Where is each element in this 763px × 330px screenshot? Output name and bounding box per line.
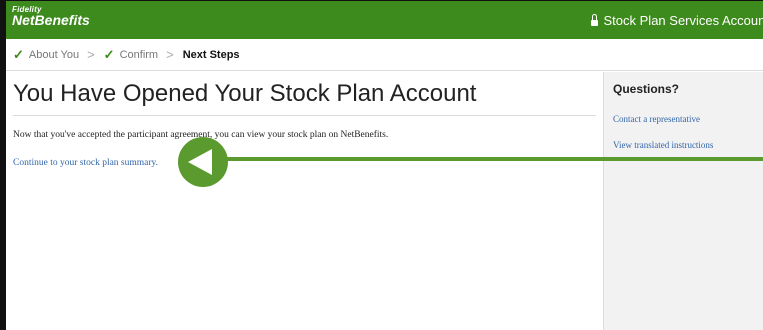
app-window: Fidelity NetBenefits Stock Plan Services… bbox=[0, 0, 763, 330]
translated-instructions-link[interactable]: View translated instructions bbox=[613, 140, 713, 150]
stock-plan-summary-link[interactable]: Continue to your stock plan summary. bbox=[13, 158, 158, 168]
chevron-right-icon: > bbox=[166, 47, 174, 62]
step-label: Next Steps bbox=[182, 48, 240, 61]
contact-representative-link[interactable]: Contact a representative bbox=[613, 114, 700, 124]
page-title: You Have Opened Your Stock Plan Account bbox=[13, 80, 477, 107]
sidebar-title: Questions? bbox=[613, 82, 680, 96]
checkmark-icon: ✓ bbox=[103, 46, 115, 62]
header-bar: Fidelity NetBenefits Stock Plan Services… bbox=[6, 1, 763, 39]
step-confirm: ✓ Confirm > bbox=[104, 47, 183, 63]
chevron-right-icon: > bbox=[87, 47, 95, 62]
main-content: You Have Opened Your Stock Plan Account … bbox=[6, 72, 603, 330]
lock-icon bbox=[590, 13, 598, 26]
tutorial-pointer-line bbox=[201, 157, 763, 161]
left-arrow-triangle-icon bbox=[188, 149, 212, 175]
fidelity-netbenefits-logo[interactable]: Fidelity NetBenefits bbox=[12, 6, 90, 28]
step-about-you: ✓ About You > bbox=[13, 47, 104, 63]
step-label: Confirm bbox=[119, 48, 159, 61]
account-title-text: Stock Plan Services Account bbox=[603, 13, 763, 28]
title-divider bbox=[13, 115, 596, 116]
step-label: About You bbox=[28, 48, 80, 61]
logo-line-2: NetBenefits bbox=[12, 12, 90, 28]
questions-sidebar: Questions? Contact a representative View… bbox=[603, 72, 763, 330]
checkmark-icon: ✓ bbox=[13, 46, 24, 62]
account-title: Stock Plan Services Account bbox=[590, 13, 763, 28]
step-next-steps: Next Steps bbox=[183, 49, 240, 61]
progress-steps: ✓ About You > ✓ Confirm > Next Steps bbox=[6, 39, 763, 71]
